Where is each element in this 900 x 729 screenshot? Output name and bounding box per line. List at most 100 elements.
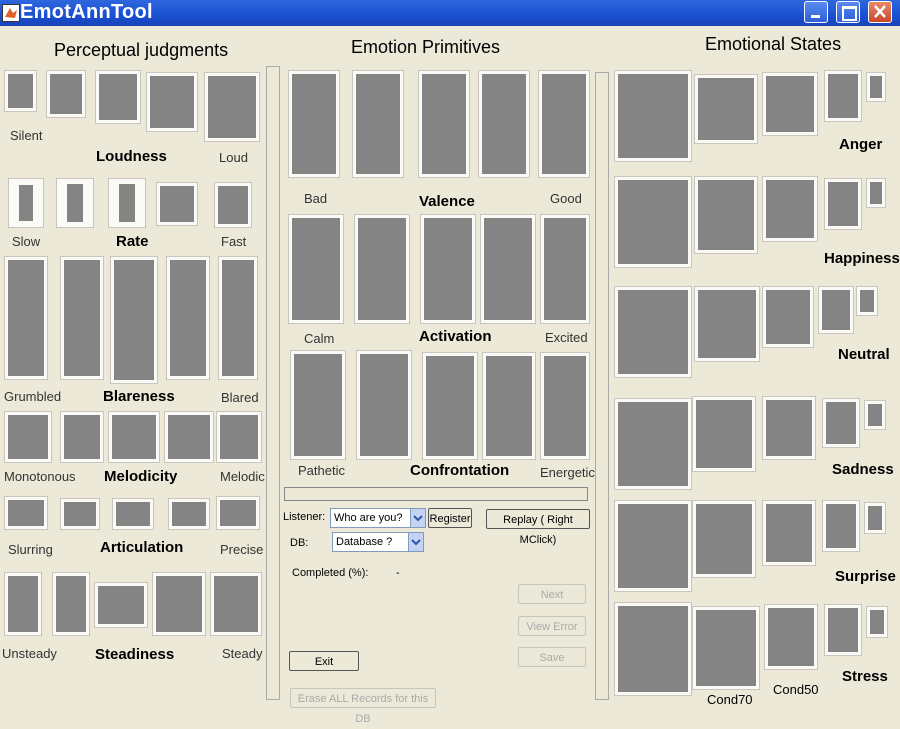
steadiness-level-2-button[interactable] xyxy=(52,572,90,636)
activation-title: Activation xyxy=(419,328,492,345)
happiness-level-5-button[interactable] xyxy=(866,178,886,208)
happiness-level-3-button[interactable] xyxy=(762,176,818,242)
valence-high-label: Good xyxy=(550,191,582,206)
rate-level-5-button[interactable] xyxy=(214,182,252,228)
sadness-level-5-button[interactable] xyxy=(864,400,886,430)
neutral-level-5-button[interactable] xyxy=(856,286,878,316)
confrontation-level-5-button[interactable] xyxy=(540,352,590,460)
neutral-level-3-button[interactable] xyxy=(762,286,814,348)
anger-level-4-button[interactable] xyxy=(824,70,862,122)
blareness-level-3-button[interactable] xyxy=(110,256,158,384)
erase-all-records-button[interactable]: Erase ALL Records for this DB xyxy=(290,688,436,725)
steadiness-level-5-button[interactable] xyxy=(210,572,262,636)
articulation-level-5-button[interactable] xyxy=(216,496,260,530)
articulation-level-4-button[interactable] xyxy=(168,498,210,530)
loudness-level-5-button[interactable] xyxy=(204,72,260,142)
stress-level-5-button[interactable] xyxy=(866,606,888,638)
left-panel-scrollbar[interactable] xyxy=(266,66,280,700)
blareness-level-2-button[interactable] xyxy=(60,256,104,380)
close-button[interactable] xyxy=(868,1,892,23)
replay-button[interactable]: Replay ( Right MClick) xyxy=(486,509,590,546)
articulation-level-1-button[interactable] xyxy=(4,496,48,530)
rate-level-2-button[interactable] xyxy=(56,178,94,228)
melodicity-level-5-button[interactable] xyxy=(216,411,262,463)
loudness-level-4-button[interactable] xyxy=(146,72,198,132)
melodicity-high-label: Melodic xyxy=(220,469,265,484)
valence-level-4-button[interactable] xyxy=(478,70,530,178)
next-button[interactable]: Next xyxy=(518,584,586,604)
listener-select[interactable]: Who are you? xyxy=(330,508,426,528)
chevron-down-icon xyxy=(410,509,425,527)
surprise-level-4-button[interactable] xyxy=(822,500,860,552)
stress-level-4-button[interactable] xyxy=(824,604,862,656)
happiness-level-4-button[interactable] xyxy=(824,178,862,230)
confrontation-level-3-button[interactable] xyxy=(422,352,478,460)
blareness-level-4-button[interactable] xyxy=(166,256,210,380)
steadiness-level-4-button[interactable] xyxy=(152,572,206,636)
neutral-level-2-button[interactable] xyxy=(694,286,760,362)
loudness-level-1-button[interactable] xyxy=(4,70,37,112)
melodicity-level-2-button[interactable] xyxy=(60,411,104,463)
stress-level-2-button[interactable] xyxy=(692,606,760,690)
valence-level-3-button[interactable] xyxy=(418,70,470,178)
activation-level-3-button[interactable] xyxy=(420,214,476,324)
activation-level-4-button[interactable] xyxy=(480,214,536,324)
sadness-level-2-button[interactable] xyxy=(692,396,756,472)
surprise-level-5-button[interactable] xyxy=(864,502,886,534)
maximize-button[interactable] xyxy=(836,1,860,23)
melodicity-level-1-button[interactable] xyxy=(4,411,52,463)
neutral-level-4-button[interactable] xyxy=(818,286,854,334)
activation-level-1-button[interactable] xyxy=(288,214,344,324)
melodicity-title: Melodicity xyxy=(104,468,178,485)
view-error-button[interactable]: View Error xyxy=(518,616,586,636)
stress-level-3-button[interactable] xyxy=(764,604,818,670)
valence-level-1-button[interactable] xyxy=(288,70,340,178)
register-button[interactable]: Register xyxy=(428,508,472,528)
loudness-level-2-button[interactable] xyxy=(46,70,86,118)
rate-level-1-button[interactable] xyxy=(8,178,44,228)
anger-level-1-button[interactable] xyxy=(614,70,692,162)
sadness-level-3-button[interactable] xyxy=(762,396,816,460)
anger-level-3-button[interactable] xyxy=(762,72,818,136)
rate-high-label: Fast xyxy=(221,234,247,249)
blareness-high-label: Blared xyxy=(221,390,259,405)
minimize-button[interactable] xyxy=(804,1,828,23)
steadiness-level-3-button[interactable] xyxy=(94,582,148,628)
blareness-level-1-button[interactable] xyxy=(4,256,48,380)
confrontation-level-4-button[interactable] xyxy=(482,352,536,460)
steadiness-level-1-button[interactable] xyxy=(4,572,42,636)
save-button[interactable]: Save xyxy=(518,647,586,667)
anger-level-5-button[interactable] xyxy=(866,72,886,102)
melodicity-level-4-button[interactable] xyxy=(164,411,214,463)
melodicity-level-3-button[interactable] xyxy=(108,411,160,463)
rate-level-3-button[interactable] xyxy=(108,178,146,228)
valence-level-2-button[interactable] xyxy=(352,70,404,178)
articulation-level-3-button[interactable] xyxy=(112,498,154,530)
surprise-level-1-button[interactable] xyxy=(614,500,692,592)
sadness-level-4-button[interactable] xyxy=(822,398,860,448)
happiness-level-2-button[interactable] xyxy=(694,176,758,254)
articulation-level-2-button[interactable] xyxy=(60,498,100,530)
confrontation-level-1-button[interactable] xyxy=(290,350,346,460)
window-title: EmotAnnTool xyxy=(20,1,153,23)
activation-level-2-button[interactable] xyxy=(354,214,410,324)
close-icon xyxy=(874,5,886,18)
surprise-level-2-button[interactable] xyxy=(692,500,756,578)
database-select[interactable]: Database ? xyxy=(332,532,424,552)
completed-label: Completed (%): xyxy=(292,567,369,579)
surprise-level-3-button[interactable] xyxy=(762,500,816,566)
neutral-level-1-button[interactable] xyxy=(614,286,692,378)
blareness-level-5-button[interactable] xyxy=(218,256,258,380)
exit-button[interactable]: Exit xyxy=(289,651,359,671)
loudness-level-3-button[interactable] xyxy=(95,70,141,124)
stress-level-1-button[interactable] xyxy=(614,602,692,696)
rate-level-4-button[interactable] xyxy=(156,182,198,226)
activation-level-5-button[interactable] xyxy=(540,214,590,324)
confrontation-level-2-button[interactable] xyxy=(356,350,412,460)
cond50-label: Cond50 xyxy=(773,682,819,697)
middle-panel-scrollbar[interactable] xyxy=(595,72,609,700)
valence-level-5-button[interactable] xyxy=(538,70,590,178)
anger-level-2-button[interactable] xyxy=(694,74,758,144)
happiness-level-1-button[interactable] xyxy=(614,176,692,268)
sadness-level-1-button[interactable] xyxy=(614,398,692,490)
